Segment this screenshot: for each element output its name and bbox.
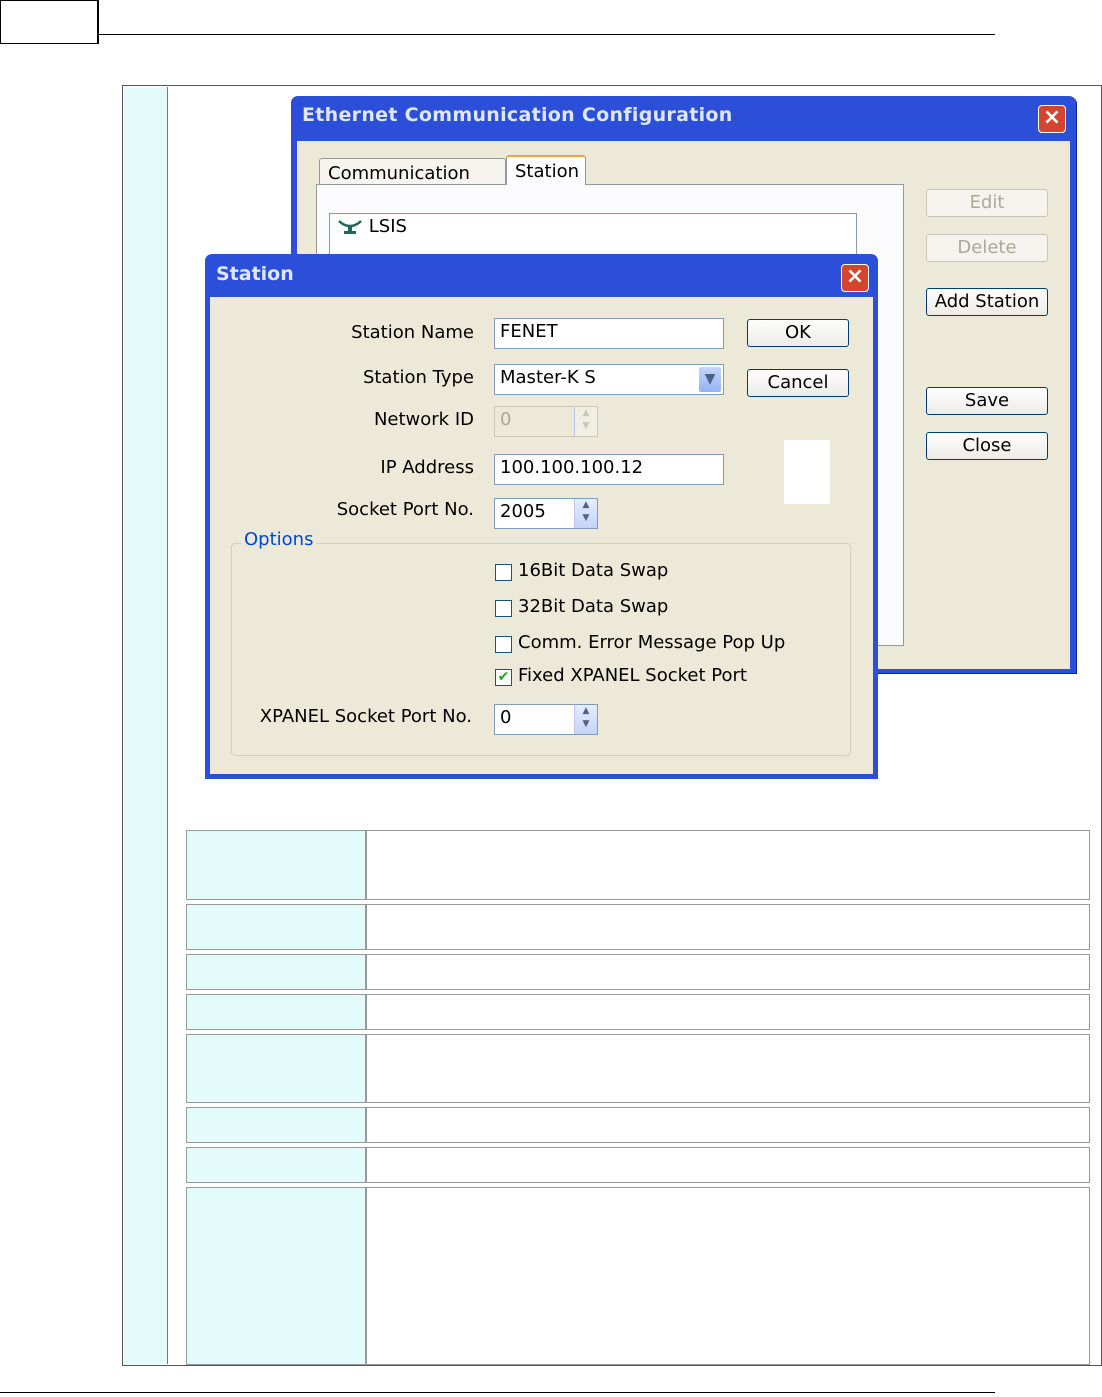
add-station-button[interactable]: Add Station xyxy=(926,288,1048,316)
option-32bit-swap-checkbox[interactable] xyxy=(495,600,512,617)
spin-down-icon: ▼ xyxy=(582,513,590,523)
table-key-cell xyxy=(186,1034,366,1103)
station-dialog-title: Station xyxy=(216,263,294,285)
description-table xyxy=(186,826,1090,1369)
socket-port-value: 2005 xyxy=(500,501,546,522)
table-value-cell xyxy=(366,954,1090,990)
table-value-cell xyxy=(366,1147,1090,1183)
ip-address-label: IP Address xyxy=(380,457,474,478)
header-rule xyxy=(99,34,995,35)
table-row xyxy=(186,994,1090,1030)
network-id-spin-buttons[interactable]: ▲ ▼ xyxy=(574,407,597,436)
spin-up-icon: ▲ xyxy=(582,706,590,716)
checkmark-icon: ✔ xyxy=(497,669,510,685)
network-id-value: 0 xyxy=(500,409,512,430)
table-row xyxy=(186,1107,1090,1143)
ok-button[interactable]: OK xyxy=(747,319,849,347)
table-key-cell xyxy=(186,1107,366,1143)
network-station-icon xyxy=(338,220,362,234)
table-key-cell xyxy=(186,830,366,900)
option-32bit-swap-label: 32Bit Data Swap xyxy=(518,596,669,617)
table-row xyxy=(186,1187,1090,1365)
option-16bit-swap-label: 16Bit Data Swap xyxy=(518,560,669,581)
table-value-cell xyxy=(366,830,1090,900)
station-type-value: Master-K S xyxy=(500,367,596,388)
save-button[interactable]: Save xyxy=(926,387,1048,415)
station-dialog-close-button[interactable]: × xyxy=(841,264,869,292)
table-row xyxy=(186,904,1090,950)
spin-up-icon: ▲ xyxy=(582,500,590,510)
tab-station[interactable]: Station xyxy=(506,155,586,185)
table-row xyxy=(186,1034,1090,1103)
station-name-input[interactable]: FENET xyxy=(494,318,724,349)
xpanel-port-label: XPANEL Socket Port No. xyxy=(259,706,472,727)
tree-item-label: LSIS xyxy=(368,216,407,237)
table-value-cell xyxy=(366,994,1090,1030)
option-error-popup-label: Comm. Error Message Pop Up xyxy=(518,632,786,653)
option-fixed-xpanel-checkbox[interactable]: ✔ xyxy=(495,669,512,686)
station-name-label: Station Name xyxy=(351,322,474,343)
table-key-cell xyxy=(186,994,366,1030)
ip-address-input[interactable]: 100.100.100.12 xyxy=(494,454,724,485)
delete-button[interactable]: Delete xyxy=(926,234,1048,262)
cancel-button[interactable]: Cancel xyxy=(747,369,849,397)
xpanel-port-spin-buttons[interactable]: ▲ ▼ xyxy=(574,705,597,734)
table-value-cell xyxy=(366,1107,1090,1143)
option-error-popup-checkbox[interactable] xyxy=(495,636,512,653)
ethernet-window-title: Ethernet Communication Configuration xyxy=(302,104,733,126)
edit-button[interactable]: Edit xyxy=(926,189,1048,217)
options-group-label: Options xyxy=(241,529,317,550)
tree-item-lsis[interactable]: LSIS xyxy=(337,216,407,237)
station-type-label: Station Type xyxy=(362,367,474,388)
table-key-cell xyxy=(186,1147,366,1183)
table-row xyxy=(186,1147,1090,1183)
xpanel-port-value: 0 xyxy=(500,707,512,728)
close-button[interactable]: Close xyxy=(926,432,1048,460)
table-value-cell xyxy=(366,904,1090,950)
table-key-cell xyxy=(186,904,366,950)
table-value-cell xyxy=(366,1034,1090,1103)
station-type-select[interactable]: Master-K S xyxy=(494,364,724,395)
table-row xyxy=(186,830,1090,900)
option-fixed-xpanel-label: Fixed XPANEL Socket Port xyxy=(518,665,747,686)
table-key-cell xyxy=(186,1187,366,1365)
frame-side-column xyxy=(124,87,168,1364)
close-icon: × xyxy=(1042,105,1062,130)
tab-communication-port[interactable]: Communication Port xyxy=(319,158,506,205)
table-key-cell xyxy=(186,954,366,990)
option-16bit-swap-checkbox[interactable] xyxy=(495,564,512,581)
ethernet-window-close-button[interactable]: × xyxy=(1038,105,1066,133)
spin-up-icon: ▲ xyxy=(582,408,590,418)
chevron-down-icon[interactable]: ▼ xyxy=(699,367,721,392)
footer-rule xyxy=(0,1392,995,1393)
spin-down-icon: ▼ xyxy=(582,421,590,431)
socket-port-spin-buttons[interactable]: ▲ ▼ xyxy=(574,499,597,528)
close-icon: × xyxy=(845,264,865,289)
socket-port-label: Socket Port No. xyxy=(336,499,474,520)
page-number-box xyxy=(0,0,99,44)
table-value-cell xyxy=(366,1187,1090,1365)
network-id-label: Network ID xyxy=(373,409,474,430)
spin-down-icon: ▼ xyxy=(582,719,590,729)
table-row xyxy=(186,954,1090,990)
blank-patch xyxy=(784,440,830,504)
